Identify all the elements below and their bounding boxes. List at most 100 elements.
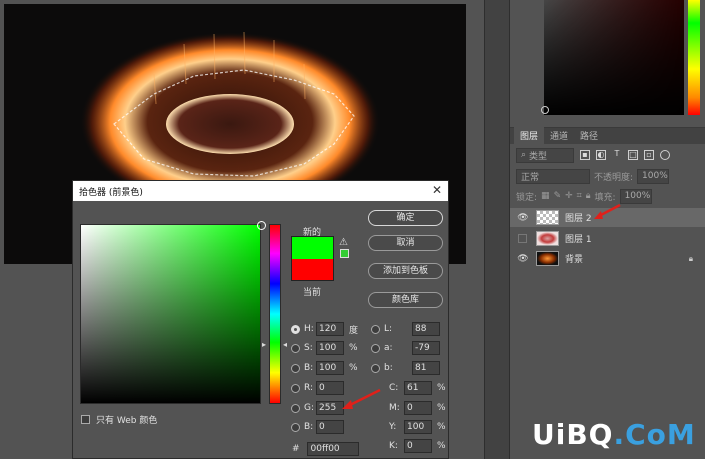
radio-b[interactable] <box>291 363 300 373</box>
y-input[interactable]: 100 <box>404 420 432 434</box>
cancel-button[interactable]: 取消 <box>368 235 443 251</box>
annotation-arrow-icon <box>342 388 381 409</box>
lock-all-icon[interactable]: 🔒︎ <box>586 191 591 201</box>
eye-icon[interactable]: 👁︎ <box>516 213 530 223</box>
field-row-lab-b: b: 81 <box>371 361 440 375</box>
fill-label: 填充: <box>594 192 616 203</box>
tab-layers[interactable]: 图层 <box>514 127 545 144</box>
right-panels: 图层 通道 路径 ⌕ 类型 ▪ ◐ T □ ▫ 正常 不透明度: 100% 锁定… <box>510 0 705 459</box>
visibility-off-box[interactable] <box>518 234 527 243</box>
field-row-k: K: 0 % <box>389 439 446 453</box>
c-input[interactable]: 61 <box>404 381 432 395</box>
layers-panel-tabs: 图层 通道 路径 <box>510 127 705 144</box>
l-input[interactable]: 88 <box>412 322 440 336</box>
field-row-blue: B: 0 <box>291 420 344 434</box>
hex-label: # <box>292 444 300 454</box>
filter-pixel-icon[interactable]: ▪ <box>580 150 590 160</box>
field-row-l: L: 88 <box>371 322 440 336</box>
color-cursor[interactable] <box>257 221 266 230</box>
lock-transparent-icon[interactable]: ▦ <box>541 191 550 201</box>
lock-brush-icon[interactable]: ✎ <box>554 191 562 201</box>
blue-input[interactable]: 0 <box>316 420 344 434</box>
layer-filter-select[interactable]: ⌕ 类型 <box>516 147 574 163</box>
layer-thumbnail <box>536 251 559 266</box>
radio-r[interactable] <box>291 383 300 393</box>
b-input[interactable]: 100 <box>316 361 344 375</box>
panel-collapse-strip[interactable] <box>484 0 510 459</box>
radio-lab-b[interactable] <box>371 363 380 373</box>
radio-h[interactable] <box>291 324 300 334</box>
field-row-c: C: 61 % <box>389 381 446 395</box>
hex-row: # 00ff00 <box>292 442 359 456</box>
search-icon: ⌕ <box>521 150 527 160</box>
web-only-label: 只有 Web 颜色 <box>96 416 158 426</box>
filter-type-icon[interactable]: T <box>612 150 622 160</box>
annotation-arrow-icon <box>594 203 621 219</box>
close-icon[interactable]: ✕ <box>432 183 442 197</box>
eye-icon[interactable]: 👁︎ <box>516 254 530 264</box>
web-only-checkbox[interactable] <box>81 415 90 424</box>
web-safe-swatch[interactable] <box>340 249 349 258</box>
ok-button[interactable]: 确定 <box>368 210 443 226</box>
current-color-label: 当前 <box>303 288 322 298</box>
layer-row-background[interactable]: 👁︎ 背景 🔒︎ <box>510 249 705 268</box>
radio-g[interactable] <box>291 403 300 413</box>
blend-row: 正常 不透明度: 100% <box>510 166 705 186</box>
m-input[interactable]: 0 <box>404 401 432 415</box>
filter-shape-icon[interactable]: □ <box>628 150 638 160</box>
fill-field[interactable]: 100% <box>619 188 652 204</box>
color-panel-cursor <box>541 106 549 114</box>
opacity-field[interactable]: 100% <box>637 168 670 184</box>
layer-thumbnail <box>536 210 559 225</box>
field-row-a: a: -79 <box>371 341 440 355</box>
field-row-h: H: 120 度 <box>291 322 358 336</box>
filter-smart-object-icon[interactable]: ▫ <box>644 150 654 160</box>
field-row-y: Y: 100 % <box>389 420 446 434</box>
layer-filter-row: ⌕ 类型 ▪ ◐ T □ ▫ <box>510 144 705 166</box>
radio-blue[interactable] <box>291 422 300 432</box>
color-libraries-button[interactable]: 颜色库 <box>368 292 443 308</box>
new-color-swatch <box>291 236 334 259</box>
current-color-swatch[interactable] <box>291 259 334 281</box>
radio-a[interactable] <box>371 343 380 353</box>
layer-thumbnail <box>536 231 559 246</box>
blend-mode-select[interactable]: 正常 <box>516 168 590 184</box>
web-only-checkbox-row[interactable]: 只有 Web 颜色 <box>81 413 157 426</box>
lab-b-input[interactable]: 81 <box>412 361 440 375</box>
dialog-titlebar[interactable]: 拾色器 (前景色) ✕ <box>73 181 448 201</box>
field-row-g: G: 255 <box>291 401 344 415</box>
tab-channels[interactable]: 通道 <box>544 127 574 144</box>
field-row-m: M: 0 % <box>389 401 446 415</box>
h-input[interactable]: 120 <box>316 322 344 336</box>
color-panel-field[interactable] <box>544 0 684 115</box>
a-input[interactable]: -79 <box>412 341 440 355</box>
layer-name: 背景 <box>565 255 584 265</box>
gamut-warning-icon[interactable]: ⚠ <box>339 237 348 248</box>
field-row-b: B: 100 % <box>291 361 358 375</box>
radio-s[interactable] <box>291 343 300 353</box>
layer-row-layer-1[interactable]: 图层 1 <box>510 229 705 248</box>
add-to-swatches-button[interactable]: 添加到色板 <box>368 263 443 279</box>
lock-artboard-icon[interactable]: ⌗ <box>577 191 582 201</box>
s-input[interactable]: 100 <box>316 341 344 355</box>
color-panel-hue-slider[interactable] <box>688 0 700 115</box>
saturation-brightness-field[interactable] <box>80 221 266 404</box>
watermark-logo: UiBQ.CoM <box>532 418 696 451</box>
opacity-label: 不透明度: <box>594 172 634 183</box>
k-input[interactable]: 0 <box>404 439 432 453</box>
field-row-s: S: 100 % <box>291 341 358 355</box>
filter-adjustment-icon[interactable]: ◐ <box>596 150 606 160</box>
hue-slider[interactable] <box>269 224 281 404</box>
radio-l[interactable] <box>371 324 380 334</box>
tab-paths[interactable]: 路径 <box>574 127 604 144</box>
lock-label: 锁定: <box>516 192 538 203</box>
layer-name: 图层 1 <box>565 235 592 245</box>
dialog-title: 拾色器 (前景色) <box>79 187 143 198</box>
hue-slider-right-arrow-icon[interactable]: ◂ <box>283 340 287 349</box>
filter-toggle-icon[interactable] <box>660 150 670 160</box>
layers-panel: 图层 通道 路径 ⌕ 类型 ▪ ◐ T □ ▫ 正常 不透明度: 100% 锁定… <box>510 127 705 459</box>
lock-move-icon[interactable]: ✛ <box>565 191 573 201</box>
hue-slider-left-arrow-icon[interactable]: ▸ <box>262 340 266 349</box>
hex-input[interactable]: 00ff00 <box>306 442 359 456</box>
lock-icon: 🔒︎ <box>688 253 693 263</box>
